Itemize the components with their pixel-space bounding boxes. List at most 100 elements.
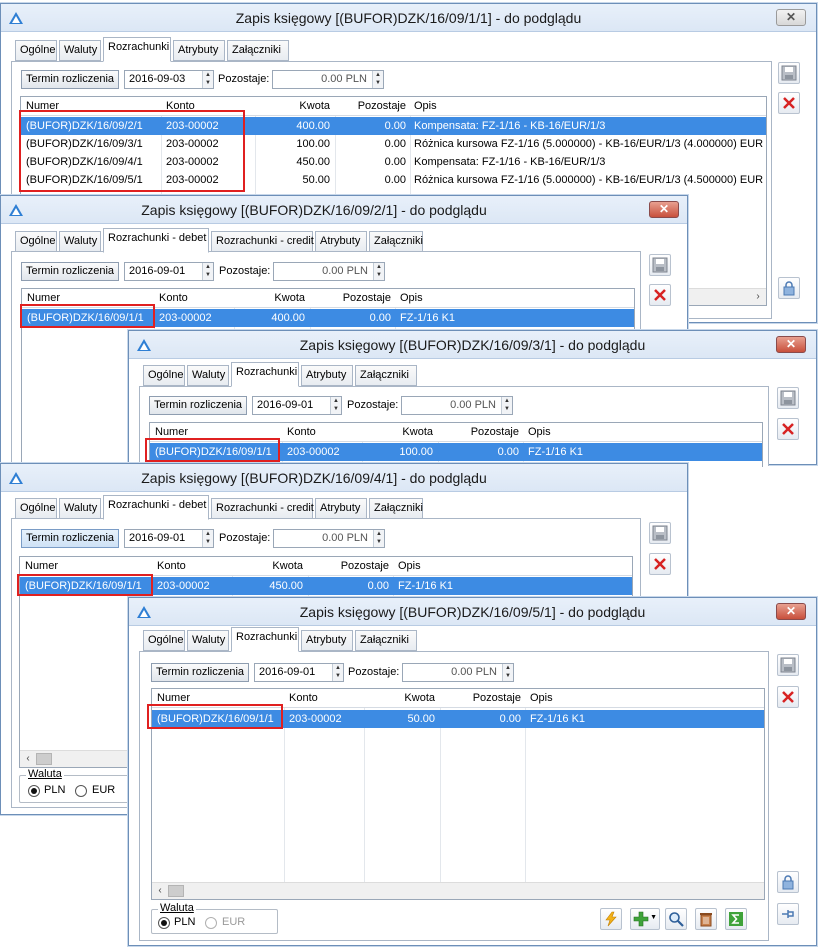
tab-rozrachunki[interactable]: Rozrachunki bbox=[103, 37, 171, 62]
col-numer[interactable]: Numer bbox=[154, 689, 193, 707]
tab-zalaczniki[interactable]: Załączniki bbox=[369, 231, 423, 252]
delete-button[interactable] bbox=[649, 553, 671, 575]
col-opis[interactable]: Opis bbox=[397, 289, 426, 307]
col-opis[interactable]: Opis bbox=[525, 423, 554, 441]
tab-rozrachunki-credit[interactable]: Rozrachunki - credit bbox=[211, 498, 314, 519]
col-kwota[interactable]: Kwota bbox=[366, 689, 438, 707]
col-konto[interactable]: Konto bbox=[154, 557, 189, 575]
tab-ogolne[interactable]: Ogólne bbox=[15, 40, 57, 61]
date-field[interactable]: 2016-09-01 ▲ ▼ bbox=[254, 663, 344, 682]
pozostaje-spinner[interactable]: ▲ ▼ bbox=[373, 530, 384, 547]
tab-rozrachunki[interactable]: Rozrachunki bbox=[231, 627, 299, 652]
termin-rozliczenia-button[interactable]: Termin rozliczenia bbox=[151, 663, 249, 682]
table-row[interactable]: (BUFOR)DZK/16/09/1/1 203-00002 100.00 0.… bbox=[150, 443, 762, 461]
close-button[interactable]: ✕ bbox=[776, 9, 806, 26]
delete-button[interactable] bbox=[777, 418, 799, 440]
col-numer[interactable]: Numer bbox=[23, 97, 62, 115]
pozostaje-spinner[interactable]: ▲ ▼ bbox=[372, 71, 383, 88]
radio-pln[interactable] bbox=[28, 785, 40, 797]
scroll-left-icon[interactable]: ‹ bbox=[152, 883, 168, 899]
tab-ogolne[interactable]: Ogólne bbox=[15, 231, 57, 252]
scroll-left-icon[interactable]: ‹ bbox=[20, 751, 36, 767]
close-button[interactable]: ✕ bbox=[776, 336, 806, 353]
save-button[interactable] bbox=[777, 654, 799, 676]
col-konto[interactable]: Konto bbox=[286, 689, 321, 707]
tab-waluty[interactable]: Waluty bbox=[59, 498, 101, 519]
col-opis[interactable]: Opis bbox=[395, 557, 424, 575]
tab-atrybuty[interactable]: Atrybuty bbox=[315, 231, 367, 252]
date-field[interactable]: 2016-09-01 ▲ ▼ bbox=[124, 262, 214, 281]
save-button[interactable] bbox=[649, 522, 671, 544]
scroll-thumb[interactable] bbox=[168, 885, 184, 897]
col-pozostaje[interactable]: Pozostaje bbox=[337, 97, 409, 115]
tab-zalaczniki[interactable]: Załączniki bbox=[355, 365, 417, 386]
date-field[interactable]: 2016-09-01 ▲ ▼ bbox=[252, 396, 342, 415]
tab-waluty[interactable]: Waluty bbox=[59, 231, 101, 252]
delete-button[interactable] bbox=[649, 284, 671, 306]
date-spinner[interactable]: ▲ ▼ bbox=[202, 530, 213, 547]
col-numer[interactable]: Numer bbox=[24, 289, 63, 307]
tab-ogolne[interactable]: Ogólne bbox=[15, 498, 57, 519]
date-field[interactable]: 2016-09-03 ▲ ▼ bbox=[124, 70, 214, 89]
date-spinner[interactable]: ▲ ▼ bbox=[332, 664, 343, 681]
tab-zalaczniki[interactable]: Załączniki bbox=[227, 40, 289, 61]
radio-eur[interactable] bbox=[205, 917, 217, 929]
col-kwota[interactable]: Kwota bbox=[236, 289, 308, 307]
close-button[interactable]: ✕ bbox=[649, 201, 679, 218]
table-row[interactable]: (BUFOR)DZK/16/09/1/1 203-00002 450.00 0.… bbox=[20, 577, 632, 595]
pin-button[interactable] bbox=[777, 903, 799, 925]
tab-atrybuty[interactable]: Atrybuty bbox=[315, 498, 367, 519]
col-opis[interactable]: Opis bbox=[527, 689, 556, 707]
sum-button[interactable] bbox=[725, 908, 747, 930]
col-kwota[interactable]: Kwota bbox=[261, 97, 333, 115]
table-row[interactable]: (BUFOR)DZK/16/09/1/1 203-00002 50.00 0.0… bbox=[152, 710, 764, 728]
date-spinner[interactable]: ▲ ▼ bbox=[202, 263, 213, 280]
tab-rozrachunki[interactable]: Rozrachunki bbox=[231, 362, 299, 387]
termin-rozliczenia-button[interactable]: Termin rozliczenia bbox=[21, 262, 119, 281]
date-spinner[interactable]: ▲ ▼ bbox=[330, 397, 341, 414]
tab-rozrachunki-debet[interactable]: Rozrachunki - debet bbox=[103, 228, 209, 253]
date-spinner[interactable]: ▲ ▼ bbox=[202, 71, 213, 88]
tab-rozrachunki-debet[interactable]: Rozrachunki - debet bbox=[103, 495, 209, 520]
col-pozostaje[interactable]: Pozostaje bbox=[442, 423, 522, 441]
col-numer[interactable]: Numer bbox=[22, 557, 61, 575]
col-numer[interactable]: Numer bbox=[152, 423, 191, 441]
preview-button[interactable] bbox=[665, 908, 687, 930]
close-button[interactable]: ✕ bbox=[776, 603, 806, 620]
table-row[interactable]: (BUFOR)DZK/16/09/1/1 203-00002 400.00 0.… bbox=[22, 309, 634, 327]
col-konto[interactable]: Konto bbox=[284, 423, 319, 441]
tab-waluty[interactable]: Waluty bbox=[59, 40, 101, 61]
lightning-button[interactable] bbox=[600, 908, 622, 930]
radio-pln[interactable] bbox=[158, 917, 170, 929]
col-kwota[interactable]: Kwota bbox=[234, 557, 306, 575]
delete-button[interactable] bbox=[777, 686, 799, 708]
tab-zalaczniki[interactable]: Załączniki bbox=[355, 630, 417, 651]
pozostaje-spinner[interactable]: ▲ ▼ bbox=[373, 263, 384, 280]
table-row[interactable]: (BUFOR)DZK/16/09/4/1 203-00002 450.00 0.… bbox=[21, 153, 766, 171]
save-button[interactable] bbox=[778, 62, 800, 84]
scroll-right-icon[interactable]: › bbox=[750, 289, 766, 305]
pozostaje-spinner[interactable]: ▲ ▼ bbox=[502, 664, 513, 681]
pozostaje-spinner[interactable]: ▲ ▼ bbox=[501, 397, 512, 414]
save-button[interactable] bbox=[649, 254, 671, 276]
termin-rozliczenia-button[interactable]: Termin rozliczenia bbox=[149, 396, 247, 415]
horizontal-scrollbar[interactable]: ‹ bbox=[152, 882, 764, 899]
col-konto[interactable]: Konto bbox=[156, 289, 191, 307]
tab-waluty[interactable]: Waluty bbox=[187, 630, 229, 651]
radio-eur[interactable] bbox=[75, 785, 87, 797]
table-row[interactable]: (BUFOR)DZK/16/09/5/1 203-00002 50.00 0.0… bbox=[21, 171, 766, 189]
termin-rozliczenia-button[interactable]: Termin rozliczenia bbox=[21, 70, 119, 89]
save-button[interactable] bbox=[777, 387, 799, 409]
lock-button[interactable] bbox=[778, 277, 800, 299]
col-pozostaje[interactable]: Pozostaje bbox=[314, 289, 394, 307]
date-field[interactable]: 2016-09-01 ▲ ▼ bbox=[124, 529, 214, 548]
tab-ogolne[interactable]: Ogólne bbox=[143, 630, 185, 651]
table-row[interactable]: (BUFOR)DZK/16/09/3/1 203-00002 100.00 0.… bbox=[21, 135, 766, 153]
tab-rozrachunki-credit[interactable]: Rozrachunki - credit bbox=[211, 231, 314, 252]
delete-item-button[interactable] bbox=[695, 908, 717, 930]
chevron-down-icon[interactable]: ▼ bbox=[650, 914, 657, 921]
scroll-thumb[interactable] bbox=[36, 753, 52, 765]
col-kwota[interactable]: Kwota bbox=[364, 423, 436, 441]
col-opis[interactable]: Opis bbox=[411, 97, 440, 115]
col-konto[interactable]: Konto bbox=[163, 97, 198, 115]
